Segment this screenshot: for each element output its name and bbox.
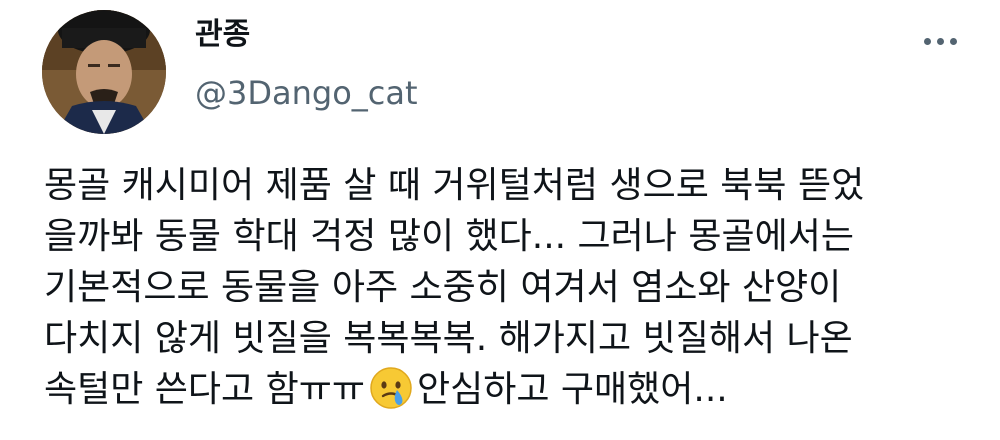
crying-face-with-tear-icon — [369, 366, 413, 410]
user-handle[interactable]: @3Dango_cat — [195, 74, 418, 112]
avatar[interactable] — [42, 10, 166, 134]
tweet-text-line: 을까봐 동물 학대 걱정 많이 했다... 그러나 몽골에서는 — [44, 216, 854, 257]
more-horizontal-icon — [949, 37, 957, 45]
display-name[interactable]: 관종 — [195, 16, 418, 54]
more-options-button[interactable] — [910, 26, 970, 56]
tweet-text-segment: 안심하고 구매했어... — [416, 369, 728, 410]
tweet-text-line: 몽골 캐시미어 제품 살 때 거위털처럼 생으로 북북 뜯었 — [44, 165, 865, 206]
tweet-text-line: 속털만 쓴다고 함ㅠㅠ 안심하고 구매했어... — [44, 364, 984, 415]
tweet-text-line: 기본적으로 동물을 아주 소중히 여겨서 염소와 산양이 — [44, 267, 842, 308]
more-horizontal-icon — [936, 37, 944, 45]
avatar-image — [42, 10, 166, 134]
author-info: 관종 @3Dango_cat — [195, 16, 418, 112]
tweet: 관종 @3Dango_cat 몽골 캐시미어 제품 살 때 거위털처럼 생으로 … — [0, 0, 1000, 440]
tweet-text-segment: 속털만 쓴다고 함ㅠㅠ — [44, 369, 365, 410]
tweet-text: 몽골 캐시미어 제품 살 때 거위털처럼 생으로 북북 뜯었 을까봐 동물 학대… — [44, 160, 984, 415]
more-horizontal-icon — [923, 37, 931, 45]
tweet-text-line: 다치지 않게 빗질을 복복복복. 해가지고 빗질해서 나온 — [44, 318, 853, 359]
